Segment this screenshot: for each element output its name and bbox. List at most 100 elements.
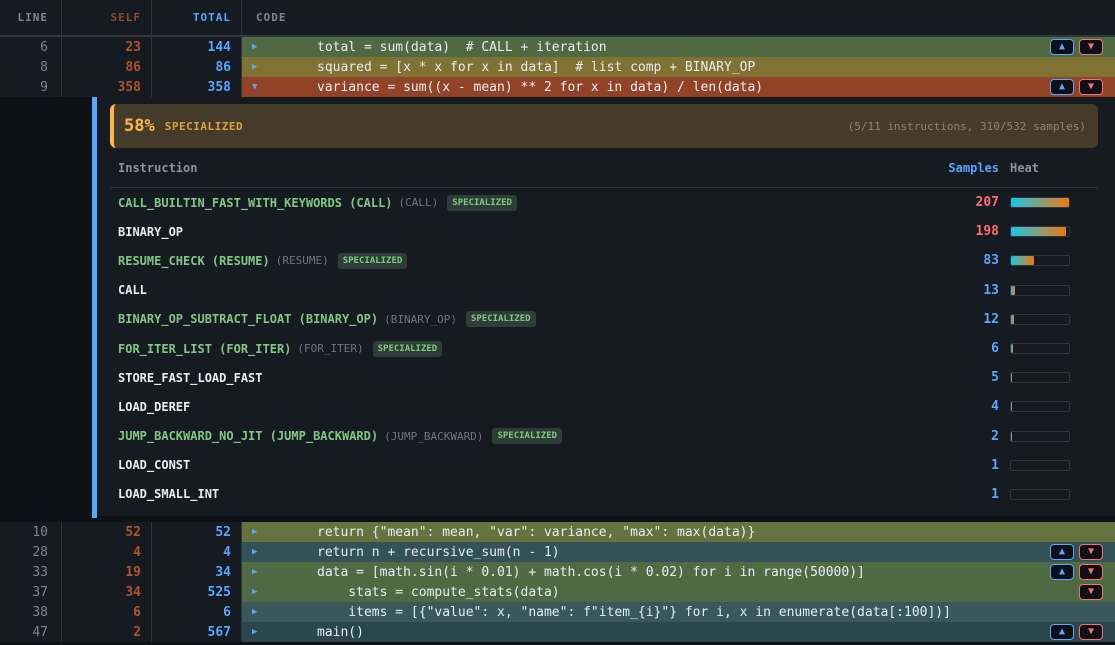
instruction-base-opcode: (BINARY_OP) xyxy=(384,313,457,326)
instruction-name-cell: CALL xyxy=(118,283,929,297)
instruction-row: FOR_ITER_LIST (FOR_ITER)(FOR_ITER)SPECIA… xyxy=(110,334,1098,363)
expand-icon[interactable]: ▶ xyxy=(252,37,257,57)
total-samples: 144 xyxy=(151,37,241,57)
samples-value: 207 xyxy=(929,195,999,210)
expand-icon[interactable]: ▶ xyxy=(252,622,257,642)
line-number: 6 xyxy=(0,37,61,57)
column-header-total: TOTAL xyxy=(151,0,241,35)
move-down-button[interactable]: ▼ xyxy=(1079,584,1103,600)
self-samples: 4 xyxy=(61,542,151,562)
table-header: LINE SELF TOTAL CODE xyxy=(0,0,1115,37)
specialized-badge: SPECIALIZED xyxy=(466,311,536,327)
heat-cell xyxy=(999,372,1098,383)
line-number: 37 xyxy=(0,582,61,602)
samples-value: 1 xyxy=(929,458,999,473)
instruction-name: BINARY_OP xyxy=(118,225,183,239)
samples-value: 2 xyxy=(929,429,999,444)
samples-value: 13 xyxy=(929,283,999,298)
column-header-heat: Heat xyxy=(999,161,1098,175)
move-down-button[interactable]: ▼ xyxy=(1079,624,1103,640)
instruction-detail-panel: 58% SPECIALIZED (5/11 instructions, 310/… xyxy=(97,97,1115,516)
instruction-name-cell: FOR_ITER_LIST (FOR_ITER)(FOR_ITER)SPECIA… xyxy=(118,341,929,357)
expand-icon[interactable]: ▶ xyxy=(252,542,257,562)
column-header-line: LINE xyxy=(0,0,61,35)
move-down-button[interactable]: ▼ xyxy=(1079,564,1103,580)
table-row[interactable]: 2844▶return n + recursive_sum(n - 1)▲▼ xyxy=(0,542,1115,562)
self-samples: 52 xyxy=(61,522,151,542)
heat-bar xyxy=(1010,226,1070,237)
expand-icon[interactable]: ▶ xyxy=(252,57,257,77)
instruction-name-cell: LOAD_SMALL_INT xyxy=(118,487,929,501)
code-text: stats = compute_stats(data) xyxy=(242,585,560,600)
specialized-percent: 58% xyxy=(124,116,155,136)
specialization-banner: 58% SPECIALIZED (5/11 instructions, 310/… xyxy=(110,104,1098,148)
heat-cell xyxy=(999,226,1098,237)
instruction-name: STORE_FAST_LOAD_FAST xyxy=(118,371,263,385)
heat-cell xyxy=(999,314,1098,325)
instruction-name: BINARY_OP_SUBTRACT_FLOAT (BINARY_OP) xyxy=(118,312,378,326)
move-up-button[interactable]: ▲ xyxy=(1050,39,1074,55)
total-samples: 567 xyxy=(151,622,241,642)
code-cell: ▶main()▲▼ xyxy=(241,622,1115,642)
heat-cell xyxy=(999,197,1098,208)
code-text: variance = sum((x - mean) ** 2 for x in … xyxy=(242,80,763,95)
table-row[interactable]: 3866▶ items = [{"value": x, "name": f"it… xyxy=(0,602,1115,622)
instruction-base-opcode: (JUMP_BACKWARD) xyxy=(384,430,483,443)
code-cell: ▼variance = sum((x - mean) ** 2 for x in… xyxy=(241,77,1115,97)
specialization-detail: (5/11 instructions, 310/532 samples) xyxy=(848,120,1086,133)
code-text: return {"mean": mean, "var": variance, "… xyxy=(242,525,755,540)
total-samples: 6 xyxy=(151,602,241,622)
total-samples: 525 xyxy=(151,582,241,602)
line-number: 38 xyxy=(0,602,61,622)
instruction-name-cell: BINARY_OP_SUBTRACT_FLOAT (BINARY_OP) (BIN… xyxy=(118,311,929,327)
heat-bar-fill xyxy=(1011,227,1066,236)
samples-value: 1 xyxy=(929,487,999,502)
move-down-button[interactable]: ▼ xyxy=(1079,79,1103,95)
samples-value: 4 xyxy=(929,399,999,414)
expand-icon[interactable]: ▶ xyxy=(252,562,257,582)
table-row[interactable]: 623144▶total = sum(data) # CALL + iterat… xyxy=(0,37,1115,57)
heat-cell xyxy=(999,285,1098,296)
move-up-button[interactable]: ▲ xyxy=(1050,544,1074,560)
move-up-button[interactable]: ▲ xyxy=(1050,564,1074,580)
row-buttons: ▲▼ xyxy=(1050,544,1103,560)
heat-bar xyxy=(1010,460,1070,471)
code-cell: ▶return n + recursive_sum(n - 1)▲▼ xyxy=(241,542,1115,562)
table-row[interactable]: 9358358▼variance = sum((x - mean) ** 2 f… xyxy=(0,77,1115,97)
move-up-button[interactable]: ▲ xyxy=(1050,624,1074,640)
instruction-rows: CALL_BUILTIN_FAST_WITH_KEYWORDS (CALL)(C… xyxy=(110,188,1098,509)
line-number: 33 xyxy=(0,562,61,582)
move-down-button[interactable]: ▼ xyxy=(1079,39,1103,55)
total-samples: 52 xyxy=(151,522,241,542)
heat-cell xyxy=(999,343,1098,354)
instruction-name-cell: RESUME_CHECK (RESUME)(RESUME)SPECIALIZED xyxy=(118,253,929,269)
code-cell: ▶squared = [x * x for x in data] # list … xyxy=(241,57,1115,77)
code-text: return n + recursive_sum(n - 1) xyxy=(242,545,560,560)
move-up-button[interactable]: ▲ xyxy=(1050,79,1074,95)
table-row[interactable]: 105252▶return {"mean": mean, "var": vari… xyxy=(0,522,1115,542)
heat-cell xyxy=(999,401,1098,412)
specialized-label: SPECIALIZED xyxy=(165,120,243,133)
instruction-base-opcode: (CALL) xyxy=(399,196,439,209)
table-row[interactable]: 88686▶squared = [x * x for x in data] # … xyxy=(0,57,1115,77)
move-down-button[interactable]: ▼ xyxy=(1079,544,1103,560)
expand-icon[interactable]: ▶ xyxy=(252,602,257,622)
column-header-samples[interactable]: Samples xyxy=(929,161,999,175)
total-samples: 86 xyxy=(151,57,241,77)
instruction-name: CALL xyxy=(118,283,147,297)
heat-bar-fill xyxy=(1011,256,1034,265)
expanded-detail-region: 58% SPECIALIZED (5/11 instructions, 310/… xyxy=(0,97,1115,522)
table-row[interactable]: 3734525▶ stats = compute_stats(data)▼ xyxy=(0,582,1115,602)
heat-bar xyxy=(1010,401,1070,412)
table-row[interactable]: 472567▶main()▲▼ xyxy=(0,622,1115,642)
row-buttons: ▼ xyxy=(1079,584,1103,600)
table-row[interactable]: 331934▶data = [math.sin(i * 0.01) + math… xyxy=(0,562,1115,582)
expand-icon[interactable]: ▶ xyxy=(252,522,257,542)
collapse-icon[interactable]: ▼ xyxy=(252,77,257,97)
expand-icon[interactable]: ▶ xyxy=(252,582,257,602)
code-rows-bottom: 105252▶return {"mean": mean, "var": vari… xyxy=(0,522,1115,642)
samples-value: 6 xyxy=(929,341,999,356)
samples-value: 83 xyxy=(929,253,999,268)
heat-bar xyxy=(1010,489,1070,500)
code-text: items = [{"value": x, "name": f"item_{i}… xyxy=(242,605,951,620)
